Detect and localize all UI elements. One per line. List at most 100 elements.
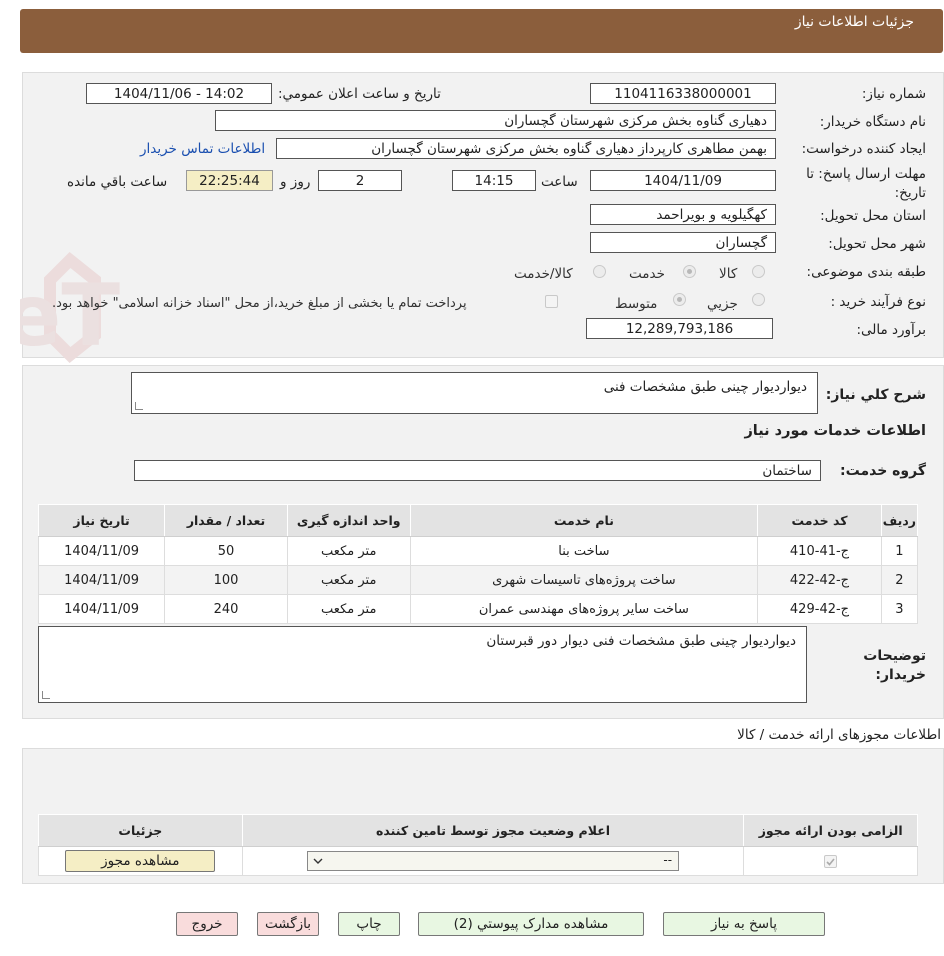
- col-unit: واحد اندازه گيری: [286, 504, 411, 537]
- col-code: كد خدمت: [757, 504, 882, 537]
- announce-field: 1404/11/06 - 14:02: [86, 83, 272, 104]
- view-permit-button[interactable]: مشاهده مجوز: [65, 850, 216, 872]
- col-row: رديف: [880, 504, 919, 537]
- creator-label: ايجاد كننده درخواست:: [801, 141, 926, 157]
- table-row: -- مشاهده مجوز: [38, 846, 918, 876]
- permits-title: اطلاعات مجوزهای ارائه خدمت / كالا: [737, 727, 941, 743]
- cell-permit-details: مشاهده مجوز: [38, 846, 243, 876]
- deadline-label-date: تاريخ:: [894, 185, 926, 201]
- permit-required-checkbox[interactable]: [824, 854, 838, 868]
- buyer-org-label: نام دستگاه خريدار:: [819, 114, 926, 130]
- estimate-field: 12,289,793,186: [586, 318, 773, 339]
- cell-date: 1404/11/09: [37, 536, 166, 566]
- process-label: نوع فرآيند خريد :: [830, 294, 926, 310]
- permits-table-wrap: الزامی بودن ارائه مجوز اعلام وضعيت مجوز …: [38, 814, 918, 876]
- category-label: طبقه بندی موضوعی:: [806, 264, 926, 280]
- process-medium-radio[interactable]: [673, 293, 686, 306]
- estimate-label: برآورد مالی:: [856, 322, 926, 338]
- cell-name: ساخت بنا: [409, 536, 759, 566]
- buyer-notes-text: دیواردیوار چینی طبق مشخصات فنی دیوار دور…: [486, 633, 796, 649]
- cell-unit: متر مکعب: [286, 565, 411, 595]
- cell-name: ساخت سایر پروژه‌های مهندسی عمران: [409, 594, 759, 624]
- col-qty: تعداد / مقدار: [164, 504, 288, 537]
- table-row: 2 ج-42-422 ساخت پروژه‌های تاسیسات شهری م…: [37, 565, 919, 595]
- exit-button[interactable]: خروج: [176, 912, 238, 936]
- buyer-notes-label-2: خريدار:: [875, 667, 926, 683]
- description-text: دیواردیوار چینی طبق مشخصات فنی: [603, 379, 807, 395]
- cell-date: 1404/11/09: [37, 594, 166, 624]
- col-date: تاريخ نياز: [37, 504, 166, 537]
- need-number-field: 1104116338000001: [590, 83, 776, 104]
- process-medium-label: متوسط: [615, 296, 658, 312]
- cell-row: 1: [880, 536, 919, 566]
- cell-unit: متر مکعب: [286, 594, 411, 624]
- service-group-field: ساختمان: [134, 460, 821, 481]
- resize-grip-icon[interactable]: [42, 691, 50, 699]
- cell-qty: 50: [164, 536, 288, 566]
- col-permit-status: اعلام وضعيت مجوز توسط تامين كننده: [241, 814, 745, 847]
- remaining-time-field: 22:25:44: [186, 170, 273, 191]
- process-minor-label: جزيي: [707, 296, 738, 312]
- table-row: 3 ج-42-429 ساخت سایر پروژه‌های مهندسی عم…: [37, 594, 919, 624]
- days-label: روز و: [280, 174, 311, 190]
- col-permit-required: الزامی بودن ارائه مجوز: [743, 814, 918, 847]
- deadline-time-field: 14:15: [452, 170, 536, 191]
- table-row: 1 ج-41-410 ساخت بنا متر مکعب 50 1404/11/…: [37, 536, 919, 566]
- description-textarea: دیواردیوار چینی طبق مشخصات فنی: [131, 372, 818, 414]
- city-field: گچساران: [590, 232, 776, 253]
- cell-unit: متر مکعب: [286, 536, 411, 566]
- check-icon: [826, 857, 835, 866]
- cell-permit-status: --: [241, 846, 745, 876]
- services-table: رديف كد خدمت نام خدمت واحد اندازه گيری ت…: [37, 504, 919, 624]
- cell-code: ج-41-410: [757, 536, 882, 566]
- creator-field: بهمن مطاهری کارپرداز دهیاری گناوه بخش مر…: [276, 138, 776, 159]
- cell-code: ج-42-422: [757, 565, 882, 595]
- attachments-button[interactable]: مشاهده مدارک پيوستي (2): [418, 912, 644, 936]
- back-button[interactable]: بازگشت: [257, 912, 319, 936]
- permits-table-header: الزامی بودن ارائه مجوز اعلام وضعيت مجوز …: [38, 814, 918, 847]
- contact-buyer-link[interactable]: اطلاعات تماس خريدار: [140, 141, 265, 157]
- category-goods-radio[interactable]: [752, 265, 765, 278]
- permit-status-value: --: [663, 853, 673, 867]
- category-service-label: خدمت: [629, 266, 665, 282]
- remaining-label: ساعت باقي مانده: [67, 174, 168, 190]
- province-label: استان محل تحويل:: [820, 208, 926, 224]
- announce-label: تاريخ و ساعت اعلان عمومي:: [278, 86, 441, 102]
- buyer-notes-textarea: دیواردیوار چینی طبق مشخصات فنی دیوار دور…: [38, 626, 807, 703]
- page-title: جزئيات اطلاعات نياز: [794, 14, 914, 30]
- category-both-label: كالا/خدمت: [514, 266, 573, 282]
- services-table-header: رديف كد خدمت نام خدمت واحد اندازه گيری ت…: [37, 504, 919, 537]
- treasury-payment-note: پرداخت تمام يا بخشی از مبلغ خريد،از محل …: [52, 296, 467, 311]
- services-table-wrap: رديف كد خدمت نام خدمت واحد اندازه گيری ت…: [37, 504, 919, 624]
- cell-row: 3: [880, 594, 919, 624]
- permit-status-select[interactable]: --: [307, 851, 680, 871]
- cell-name: ساخت پروژه‌های تاسیسات شهری: [409, 565, 759, 595]
- permits-table: الزامی بودن ارائه مجوز اعلام وضعيت مجوز …: [38, 814, 918, 876]
- treasury-payment-checkbox[interactable]: [545, 295, 558, 308]
- category-service-radio[interactable]: [683, 265, 696, 278]
- province-field: کهگیلویه و بویراحمد: [590, 204, 776, 225]
- col-permit-details: جزئيات: [38, 814, 243, 847]
- resize-grip-icon[interactable]: [135, 402, 143, 410]
- description-label: شرح كلي نياز:: [825, 387, 926, 403]
- cell-permit-required: [743, 846, 918, 876]
- buyer-notes-label: توضيحات: [863, 648, 926, 664]
- need-number-label: شماره نياز:: [861, 86, 926, 102]
- cell-qty: 100: [164, 565, 288, 595]
- days-field: 2: [318, 170, 402, 191]
- category-both-radio[interactable]: [593, 265, 606, 278]
- print-button[interactable]: چاپ: [338, 912, 400, 936]
- deadline-time-label: ساعت: [541, 174, 578, 190]
- cell-row: 2: [880, 565, 919, 595]
- chevron-down-icon: [313, 858, 323, 864]
- services-section-title: اطلاعات خدمات مورد نياز: [744, 423, 926, 439]
- deadline-date-field: 1404/11/09: [590, 170, 776, 191]
- deadline-label: مهلت ارسال پاسخ: تا: [806, 166, 926, 182]
- reply-button[interactable]: پاسخ به نياز: [663, 912, 825, 936]
- process-minor-radio[interactable]: [752, 293, 765, 306]
- buyer-org-field: دهیاری گناوه بخش مرکزی شهرستان گچساران: [215, 110, 776, 131]
- cell-code: ج-42-429: [757, 594, 882, 624]
- col-name: نام خدمت: [409, 504, 759, 537]
- service-group-label: گروه خدمت:: [840, 463, 926, 479]
- category-goods-label: كالا: [719, 266, 738, 282]
